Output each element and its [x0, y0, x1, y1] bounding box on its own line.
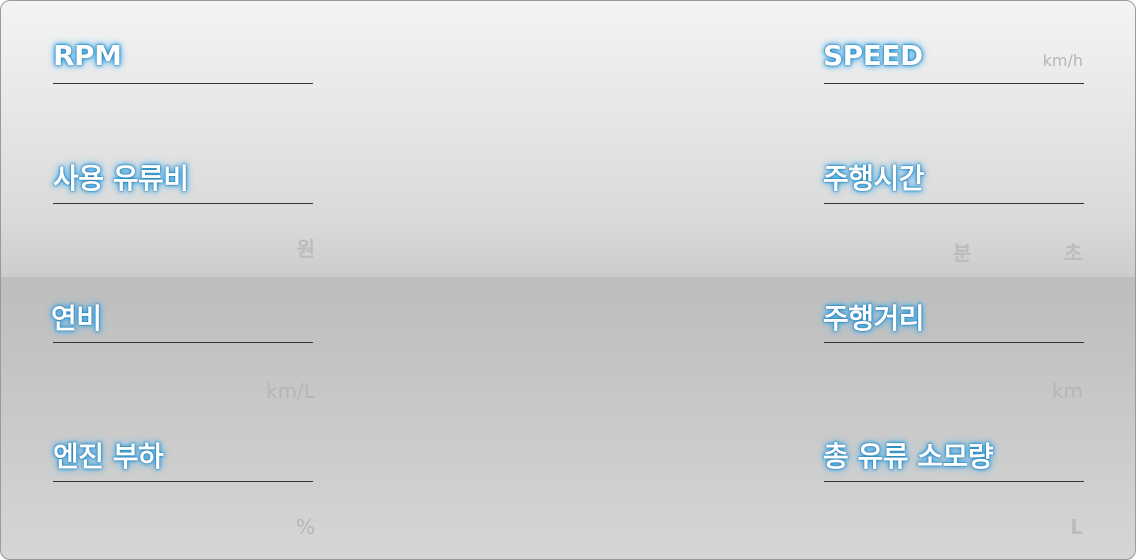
distance-unit: km — [1051, 379, 1083, 403]
speed-label: SPEED — [823, 39, 923, 72]
seconds-unit: 초 — [1064, 241, 1083, 265]
efficiency-label: 연비 — [51, 302, 102, 335]
rpm-divider — [53, 83, 313, 84]
fuel-total-divider — [824, 481, 1084, 482]
engine-load-unit: % — [295, 515, 315, 539]
dashboard-panel: RPM 사용 유류비 원 연비 km/L 엔진 부하 % SPEED km/h … — [0, 0, 1136, 560]
fuel-cost-label: 사용 유류비 — [53, 162, 189, 195]
fuel-total-label: 총 유류 소모량 — [823, 440, 994, 473]
speed-divider — [824, 83, 1084, 84]
minutes-unit: 분 — [953, 241, 972, 265]
efficiency-divider — [53, 342, 313, 343]
drive-time-label: 주행시간 — [823, 162, 925, 195]
distance-label: 주행거리 — [823, 302, 925, 335]
efficiency-unit: km/L — [266, 379, 315, 403]
engine-load-label: 엔진 부하 — [53, 440, 164, 473]
engine-load-divider — [53, 481, 313, 482]
drive-time-divider — [824, 203, 1084, 204]
fuel-total-unit: L — [1070, 515, 1083, 539]
distance-divider — [824, 342, 1084, 343]
rpm-label: RPM — [53, 39, 122, 72]
fuel-cost-unit: 원 — [296, 237, 315, 261]
speed-unit: km/h — [1042, 51, 1083, 70]
fuel-cost-divider — [53, 203, 313, 204]
